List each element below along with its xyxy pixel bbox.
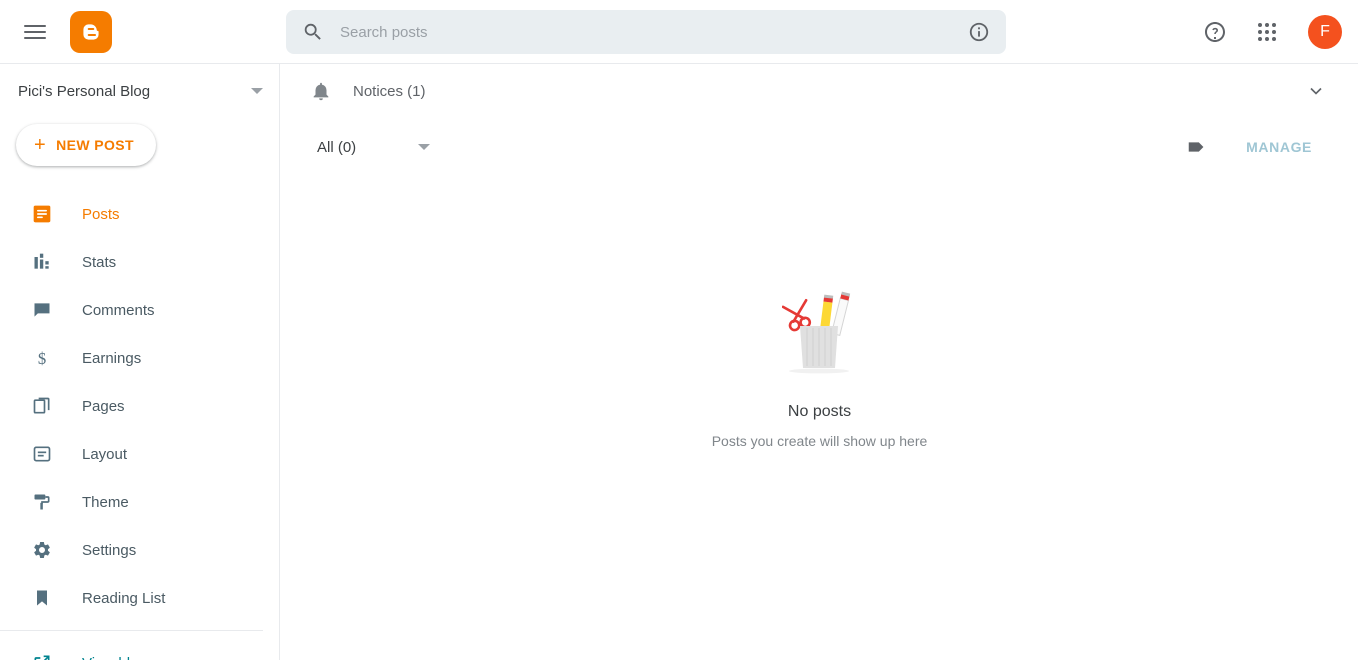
caret-down-icon <box>418 144 431 150</box>
dollar-icon: $ <box>30 346 54 370</box>
posts-toolbar: All (0) MANAGE <box>281 118 1358 176</box>
empty-state: No posts Posts you create will show up h… <box>281 286 1358 449</box>
label-tag-icon[interactable] <box>1180 130 1214 164</box>
sidebar-item-earnings[interactable]: $ Earnings <box>0 334 279 382</box>
sidebar-item-settings[interactable]: Settings <box>0 526 279 574</box>
notices-label: Notices (1) <box>353 82 426 100</box>
sidebar-item-label: Comments <box>82 301 155 319</box>
sidebar-item-label: Posts <box>82 205 120 223</box>
svg-text:$: $ <box>38 349 46 368</box>
search-input[interactable] <box>338 22 968 42</box>
sidebar-item-theme[interactable]: Theme <box>0 478 279 526</box>
sidebar-item-label: Reading List <box>82 589 166 607</box>
plus-icon: + <box>34 134 47 156</box>
chevron-down-icon[interactable] <box>1306 81 1326 101</box>
blog-title: Pici's Personal Blog <box>18 82 151 100</box>
avatar[interactable]: F <box>1308 15 1342 49</box>
pages-icon <box>30 394 54 418</box>
paint-roller-icon <box>30 490 54 514</box>
sidebar-divider <box>0 630 263 631</box>
sidebar-item-label: View blog <box>82 655 147 660</box>
comment-icon <box>30 298 54 322</box>
layout-icon <box>30 442 54 466</box>
sidebar-item-layout[interactable]: Layout <box>0 430 279 478</box>
apps-grid-icon[interactable] <box>1254 19 1280 45</box>
sidebar-item-pages[interactable]: Pages <box>0 382 279 430</box>
help-circle-icon[interactable] <box>1202 19 1228 45</box>
manage-button[interactable]: MANAGE <box>1232 131 1326 163</box>
sidebar-nav: Posts Stats Comments $ Earnings Pages La… <box>0 182 279 660</box>
sidebar-item-view-blog[interactable]: View blog <box>0 639 279 660</box>
empty-state-title: No posts <box>787 403 852 420</box>
blog-switcher[interactable]: Pici's Personal Blog <box>0 64 279 118</box>
posts-icon <box>30 202 54 226</box>
sidebar-item-label: Settings <box>82 541 137 559</box>
post-filter-value: All (0) <box>317 138 357 156</box>
top-app-bar: F <box>0 0 1358 64</box>
apps-grid-dots <box>1258 23 1276 41</box>
sidebar-item-label: Pages <box>82 397 125 415</box>
post-filter-select[interactable]: All (0) <box>309 133 438 162</box>
external-link-icon <box>30 651 54 660</box>
bar-chart-icon <box>30 250 54 274</box>
notices-banner[interactable]: Notices (1) <box>281 64 1358 118</box>
info-circle-icon[interactable] <box>968 21 990 43</box>
sidebar: Pici's Personal Blog + NEW POST Posts St… <box>0 64 280 660</box>
sidebar-item-label: Stats <box>82 253 117 271</box>
sidebar-item-label: Earnings <box>82 349 142 367</box>
bookmark-icon <box>30 586 54 610</box>
sidebar-item-label: Theme <box>82 493 129 511</box>
main-content: Notices (1) All (0) MANAGE No posts Post… <box>281 64 1358 660</box>
pencil-cup-illustration <box>781 286 858 379</box>
search-icon <box>302 21 324 43</box>
sidebar-item-reading-list[interactable]: Reading List <box>0 574 279 622</box>
sidebar-item-stats[interactable]: Stats <box>0 238 279 286</box>
sidebar-item-posts[interactable]: Posts <box>0 190 279 238</box>
empty-state-subtitle: Posts you create will show up here <box>711 433 928 449</box>
top-bar-actions: F <box>1202 0 1342 64</box>
bell-icon <box>309 79 333 103</box>
search-bar[interactable] <box>286 10 1006 54</box>
new-post-container: + NEW POST <box>0 118 279 182</box>
hamburger-menu-icon[interactable] <box>24 20 48 44</box>
blogger-logo-icon[interactable] <box>70 10 112 53</box>
new-post-button[interactable]: + NEW POST <box>16 124 156 166</box>
gear-icon <box>30 538 54 562</box>
new-post-label: NEW POST <box>56 137 134 153</box>
chevron-down-icon <box>251 88 263 94</box>
sidebar-item-comments[interactable]: Comments <box>0 286 279 334</box>
sidebar-item-label: Layout <box>82 445 128 463</box>
